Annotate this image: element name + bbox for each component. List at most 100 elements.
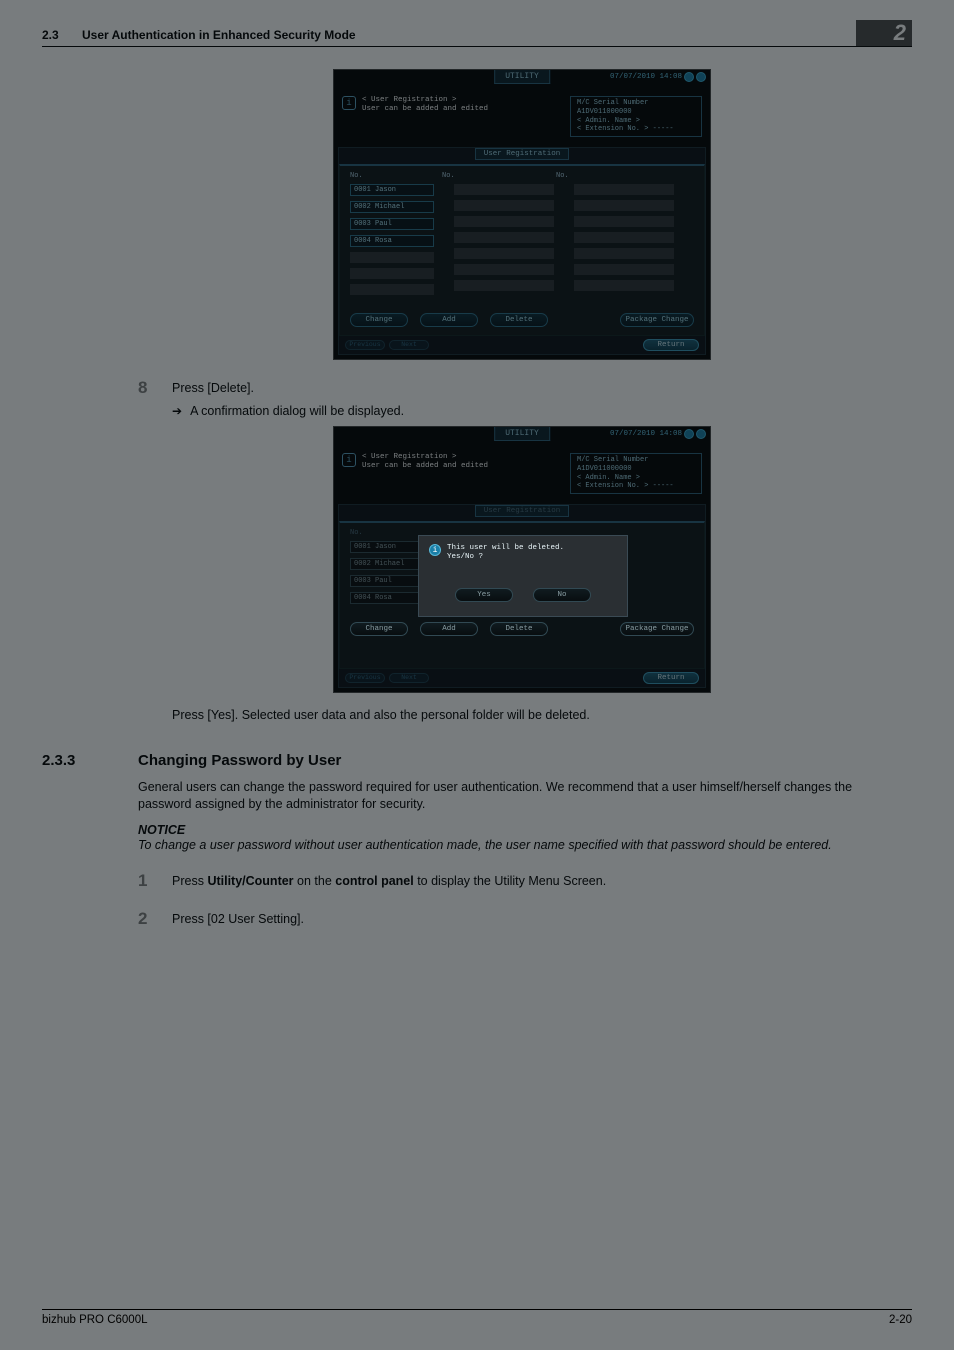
empty-slot [454,232,554,243]
next-button[interactable]: Next [389,340,429,350]
mc-ext: < Extension No. > ----- [577,482,695,491]
change-button[interactable]: Change [350,313,408,327]
help-icon[interactable] [684,72,694,82]
return-button[interactable]: Return [643,672,699,684]
footer-product: bizhub PRO C6000L [42,1314,147,1326]
empty-slot [574,232,674,243]
chapter-number: 2 [894,20,906,46]
section-title: Changing Password by User [138,752,341,769]
utility-tab: UTILITY [494,427,550,441]
screenshot-user-registration: UTILITY 07/07/2010 14:08 i < User Regist… [333,69,711,360]
next-button: Next [389,673,429,683]
mc-admin: < Admin. Name > [577,474,695,483]
empty-slot [454,200,554,211]
user-item[interactable]: 0001 Jason [350,184,434,196]
info-icon: i [342,96,356,110]
notice-body: To change a user password without user a… [138,837,906,853]
info-icon: i [429,544,441,556]
press-yes-note: Press [Yes]. Selected user data and also… [172,707,906,724]
empty-slot [454,216,554,227]
empty-slot [350,252,434,263]
section-body: General users can change the password re… [138,779,906,813]
user-item[interactable]: 0003 Paul [350,218,434,230]
txt: Press [172,874,207,888]
empty-slot [574,280,674,291]
arrow-icon: ➔ [172,404,182,418]
machine-info-box: M/C Serial Number A1DV011000000 < Admin.… [570,453,702,494]
header-title: User Authentication in Enhanced Security… [82,28,912,42]
chapter-badge: 2 [856,20,912,46]
step-text: Press [02 User Setting]. [172,909,304,929]
yes-button[interactable]: Yes [455,588,513,602]
add-button: Add [420,622,478,636]
empty-slot [574,248,674,259]
page-footer: bizhub PRO C6000L 2-20 [42,1309,912,1326]
user-registration-tab[interactable]: User Registration [475,148,570,160]
empty-slot [454,184,554,195]
datetime-label: 07/07/2010 14:08 [610,73,682,81]
mc-admin: < Admin. Name > [577,117,695,126]
info-line2: User can be added and edited [362,462,488,471]
txt: on the [294,874,336,888]
info-line1: < User Registration > [362,453,488,462]
result-text: A confirmation dialog will be displayed. [190,404,404,418]
empty-slot [574,184,674,195]
user-item[interactable]: 0002 Michael [350,201,434,213]
empty-slot [574,200,674,211]
empty-slot [350,268,434,279]
notice-heading: NOTICE [138,823,906,837]
col-no-3: No. [556,172,569,180]
step-8: 8 Press [Delete]. [138,378,906,398]
no-button[interactable]: No [533,588,591,602]
info-icon: i [342,453,356,467]
col-no-2: No. [442,172,556,180]
help-icon[interactable] [684,429,694,439]
empty-slot [574,264,674,275]
machine-info-box: M/C Serial Number A1DV011000000 < Admin.… [570,96,702,137]
accessibility-icon[interactable] [696,429,706,439]
page-header: 2.3 User Authentication in Enhanced Secu… [42,28,912,47]
step-text: Press Utility/Counter on the control pan… [172,871,606,891]
empty-slot [350,284,434,295]
accessibility-icon[interactable] [696,72,706,82]
section-heading: 2.3.3 Changing Password by User [42,752,906,769]
step-2: 2 Press [02 User Setting]. [138,909,906,929]
footer-page: 2-20 [889,1314,912,1326]
info-line2: User can be added and edited [362,105,488,114]
screenshot-delete-confirm: UTILITY 07/07/2010 14:08 i < User Regist… [333,426,711,693]
col-no-1: No. [350,172,442,180]
info-line1: < User Registration > [362,96,488,105]
bold-txt: Utility/Counter [207,874,293,888]
mc-ext: < Extension No. > ----- [577,125,695,134]
add-button[interactable]: Add [420,313,478,327]
delete-button[interactable]: Delete [490,313,548,327]
package-change-button[interactable]: Package Change [620,313,694,327]
step-1: 1 Press Utility/Counter on the control p… [138,871,906,891]
user-registration-tab: User Registration [475,505,570,517]
user-item[interactable]: 0004 Rosa [350,235,434,247]
empty-slot [574,216,674,227]
utility-tab: UTILITY [494,70,550,84]
mc-serial: M/C Serial Number A1DV011000000 [577,99,695,117]
confirm-dialog: i This user will be deleted. Yes/No ? Ye… [418,535,628,617]
previous-button: Previous [345,673,385,683]
previous-button[interactable]: Previous [345,340,385,350]
info-text: < User Registration > User can be added … [362,96,488,137]
package-change-button: Package Change [620,622,694,636]
empty-slot [454,280,554,291]
step-number: 1 [138,871,172,891]
delete-button: Delete [490,622,548,636]
datetime-label: 07/07/2010 14:08 [610,430,682,438]
step-text: Press [Delete]. [172,378,254,398]
empty-slot [454,248,554,259]
header-section-no: 2.3 [42,28,64,42]
step-8-result: ➔ A confirmation dialog will be displaye… [172,404,906,418]
bold-txt: control panel [335,874,413,888]
section-number: 2.3.3 [42,752,138,769]
change-button: Change [350,622,408,636]
txt: to display the Utility Menu Screen. [414,874,606,888]
empty-slot [454,264,554,275]
step-number: 2 [138,909,172,929]
column-headers: No. No. No. [350,172,694,180]
return-button[interactable]: Return [643,339,699,351]
